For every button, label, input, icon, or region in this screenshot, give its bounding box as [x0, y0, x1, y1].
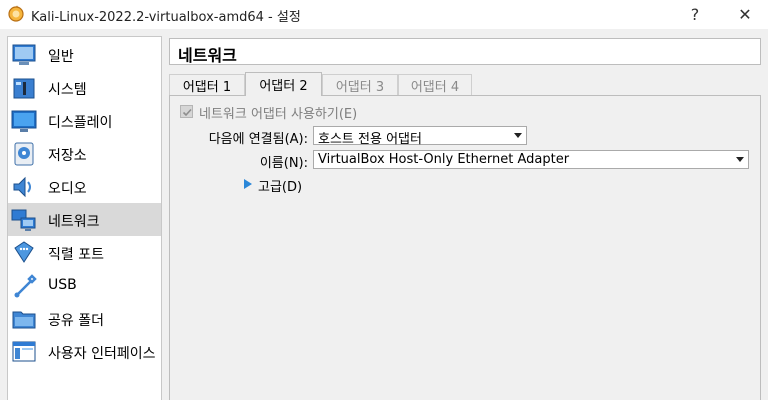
- display-icon: [11, 110, 37, 132]
- sidebar-item-label: 일반: [48, 49, 74, 65]
- tab-adapter-1[interactable]: 어댑터 1: [169, 74, 245, 96]
- tab-label: 어댑터 2: [259, 79, 308, 94]
- sidebar-item-display[interactable]: 디스플레이: [8, 104, 161, 137]
- sidebar-item-label: 저장소: [48, 148, 87, 164]
- sidebar-item-label: 시스템: [48, 82, 87, 98]
- attached-to-select[interactable]: 호스트 전용 어댑터: [313, 126, 527, 147]
- expand-arrow-icon: [244, 179, 252, 189]
- attached-to-label: 다음에 연결됨(A):: [208, 132, 308, 147]
- enable-adapter-label: 네트워크 어댑터 사용하기(E): [199, 107, 358, 122]
- tab-adapter-4[interactable]: 어댑터 4: [398, 74, 472, 96]
- settings-window: Kali-Linux-2022.2-virtualbox-amd64 - 설정 …: [0, 0, 768, 400]
- page-title: 네트워크: [178, 46, 237, 65]
- sidebar-item-usb[interactable]: USB: [8, 269, 161, 302]
- settings-sidebar: 일반 시스템 디스플레이 저장소 오디오 네트워크 직렬 포트 USB 공유 폴…: [7, 36, 162, 400]
- chevron-down-icon: [736, 157, 744, 162]
- sidebar-item-label: 사용자 인터페이스: [48, 346, 156, 362]
- sidebar-item-audio[interactable]: 오디오: [8, 170, 161, 203]
- audio-icon: [13, 176, 31, 198]
- sidebar-item-label: 오디오: [48, 181, 87, 197]
- tab-label: 어댑터 1: [182, 80, 232, 95]
- checkmark-icon: [182, 108, 192, 117]
- page-title-box: 네트워크: [169, 38, 761, 65]
- tab-adapter-3[interactable]: 어댑터 3: [322, 74, 398, 96]
- help-icon: ?: [690, 5, 700, 24]
- sidebar-item-label: 직렬 포트: [48, 247, 104, 263]
- shared-folder-icon: [12, 311, 36, 329]
- storage-icon: [14, 142, 34, 166]
- tab-adapter-2[interactable]: 어댑터 2: [245, 72, 322, 96]
- virtualbox-app-icon: [8, 5, 24, 22]
- enable-adapter-checkbox[interactable]: [180, 105, 193, 118]
- tab-label: 어댑터 3: [335, 80, 385, 95]
- window-title: Kali-Linux-2022.2-virtualbox-amd64 - 설정: [31, 10, 301, 25]
- adapter-name-select[interactable]: VirtualBox Host-Only Ethernet Adapter: [313, 150, 749, 169]
- close-icon: ✕: [738, 5, 752, 24]
- system-icon: [13, 78, 35, 99]
- sidebar-item-storage[interactable]: 저장소: [8, 137, 161, 170]
- serial-port-icon: [14, 241, 34, 263]
- chevron-down-icon: [514, 133, 522, 138]
- tab-label: 어댑터 4: [410, 80, 460, 95]
- advanced-label: 고급(D): [258, 180, 303, 195]
- sidebar-item-general[interactable]: 일반: [8, 38, 161, 71]
- user-interface-icon: [12, 341, 36, 362]
- title-bar: Kali-Linux-2022.2-virtualbox-amd64 - 설정 …: [0, 0, 768, 29]
- close-button[interactable]: ✕: [722, 0, 768, 29]
- sidebar-item-shared-folders[interactable]: 공유 폴더: [8, 302, 161, 335]
- adapter-name-value: VirtualBox Host-Only Ethernet Adapter: [318, 152, 570, 167]
- sidebar-item-system[interactable]: 시스템: [8, 71, 161, 104]
- sidebar-item-user-interface[interactable]: 사용자 인터페이스: [8, 335, 161, 368]
- general-icon: [12, 44, 36, 65]
- sidebar-item-label: 공유 폴더: [48, 313, 104, 329]
- usb-icon: [14, 274, 37, 298]
- help-button[interactable]: ?: [672, 0, 718, 29]
- sidebar-item-label: USB: [48, 277, 77, 293]
- name-label: 이름(N):: [259, 156, 308, 171]
- sidebar-item-label: 네트워크: [48, 214, 100, 230]
- sidebar-item-network[interactable]: 네트워크: [8, 203, 161, 236]
- sidebar-item-serial-port[interactable]: 직렬 포트: [8, 236, 161, 269]
- attached-to-value: 호스트 전용 어댑터: [318, 132, 422, 147]
- sidebar-item-label: 디스플레이: [48, 115, 113, 131]
- network-icon: [11, 209, 36, 231]
